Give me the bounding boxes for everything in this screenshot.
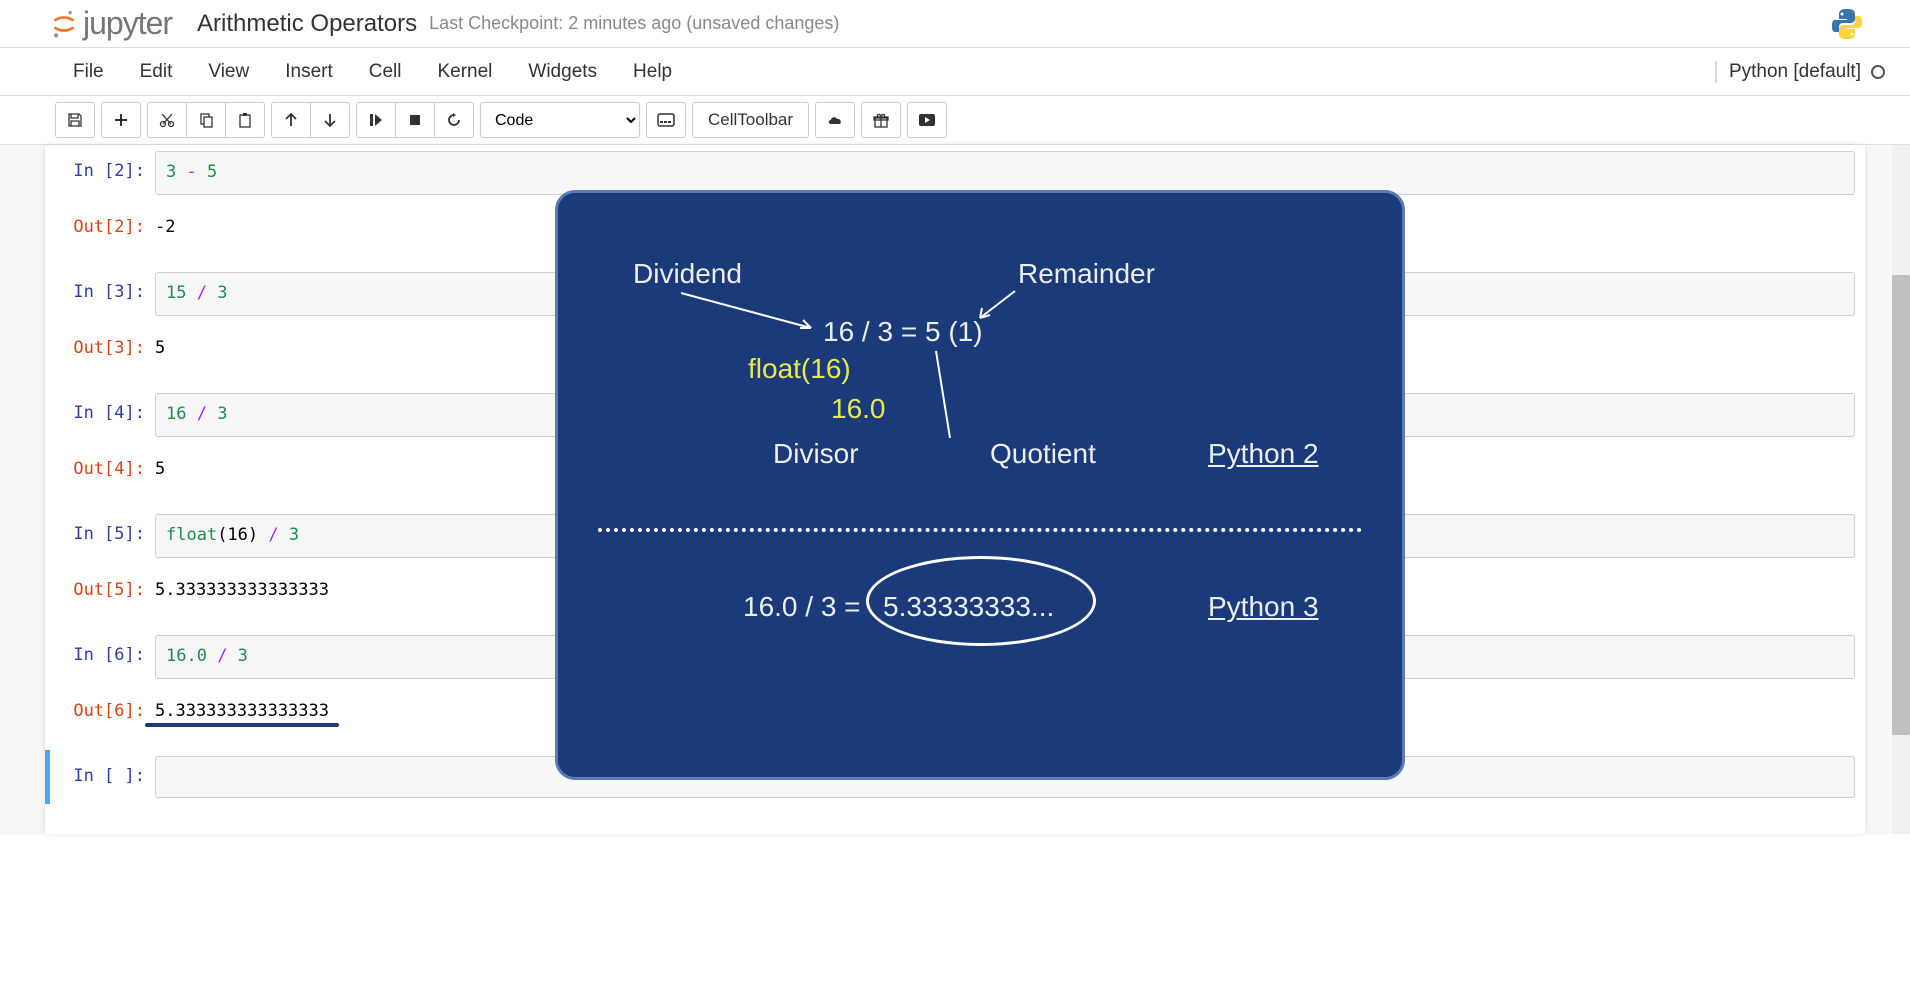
- run-button[interactable]: [356, 102, 396, 138]
- arrow-dividend-icon: [676, 288, 821, 333]
- kernel-status-icon: [1871, 65, 1885, 79]
- in-prompt: In [4]:: [55, 393, 155, 437]
- in-prompt: In [3]:: [55, 272, 155, 316]
- paste-button[interactable]: [225, 102, 265, 138]
- equation-2-left: 16.0 / 3 =: [743, 591, 861, 623]
- cut-button[interactable]: [147, 102, 187, 138]
- label-quotient: Quotient: [990, 438, 1096, 470]
- notebook-area: In [2]: 3 - 5 Out[2]: -2 In [3]: 15 / 3 …: [0, 145, 1910, 834]
- label-remainder: Remainder: [1018, 258, 1155, 290]
- in-prompt: In [6]:: [55, 635, 155, 679]
- gift-button[interactable]: [861, 102, 901, 138]
- move-up-button[interactable]: [271, 102, 311, 138]
- jupyter-logo[interactable]: jupyter: [50, 5, 172, 42]
- copy-button[interactable]: [186, 102, 226, 138]
- equation-1: 16 / 3 = 5 (1): [823, 316, 983, 348]
- header-bar: jupyter Arithmetic Operators Last Checkp…: [0, 0, 1910, 48]
- add-cell-button[interactable]: [101, 102, 141, 138]
- kernel-indicator: Python [default]: [1715, 61, 1895, 83]
- interrupt-button[interactable]: [395, 102, 435, 138]
- menu-kernel[interactable]: Kernel: [419, 51, 510, 93]
- vertical-scrollbar[interactable]: [1892, 145, 1910, 834]
- menu-bar: File Edit View Insert Cell Kernel Widget…: [0, 48, 1910, 96]
- out-prompt: Out[4]:: [55, 449, 155, 491]
- menu-file[interactable]: File: [55, 51, 122, 93]
- label-python2: Python 2: [1208, 438, 1319, 470]
- divider-dotted: [598, 528, 1362, 532]
- explanation-overlay: Dividend Remainder 16 / 3 = 5 (1) float(…: [555, 190, 1405, 780]
- in-prompt: In [2]:: [55, 151, 155, 195]
- move-down-button[interactable]: [310, 102, 350, 138]
- menu-cell[interactable]: Cell: [351, 51, 420, 93]
- python-logo-icon: [1829, 6, 1865, 42]
- out-prompt: Out[2]:: [55, 207, 155, 249]
- cell-type-select[interactable]: Code: [480, 102, 640, 138]
- in-prompt: In [ ]:: [55, 756, 155, 798]
- float-call: float(16): [748, 353, 851, 385]
- circle-annotation: [866, 556, 1096, 646]
- label-dividend: Dividend: [633, 258, 742, 290]
- video-button[interactable]: [907, 102, 947, 138]
- menu-view[interactable]: View: [190, 51, 267, 93]
- label-python3: Python 3: [1208, 591, 1319, 623]
- kernel-name: Python [default]: [1729, 61, 1861, 83]
- menu-insert[interactable]: Insert: [267, 51, 351, 93]
- save-button[interactable]: [55, 102, 95, 138]
- menu-widgets[interactable]: Widgets: [510, 51, 615, 93]
- logo-text: jupyter: [83, 5, 172, 42]
- out-prompt: Out[3]:: [55, 328, 155, 370]
- code-input[interactable]: 3 - 5: [155, 151, 1855, 195]
- toolbar: Code CellToolbar: [0, 96, 1910, 145]
- menu-help[interactable]: Help: [615, 51, 690, 93]
- scrollbar-thumb[interactable]: [1892, 275, 1910, 735]
- cloud-button[interactable]: [815, 102, 855, 138]
- notebook-title[interactable]: Arithmetic Operators: [197, 10, 417, 38]
- out-prompt: Out[5]:: [55, 570, 155, 612]
- cell-toolbar-button[interactable]: CellToolbar: [692, 102, 809, 138]
- command-palette-button[interactable]: [646, 102, 686, 138]
- arrow-quotient-icon: [933, 348, 953, 443]
- checkpoint-text: Last Checkpoint: 2 minutes ago (unsaved …: [429, 13, 839, 34]
- float-value: 16.0: [831, 393, 886, 425]
- arrow-remainder-icon: [973, 288, 1023, 323]
- out-prompt: Out[6]:: [55, 691, 155, 733]
- menu-edit[interactable]: Edit: [122, 51, 191, 93]
- restart-button[interactable]: [434, 102, 474, 138]
- in-prompt: In [5]:: [55, 514, 155, 558]
- label-divisor: Divisor: [773, 438, 859, 470]
- jupyter-icon: [50, 10, 78, 38]
